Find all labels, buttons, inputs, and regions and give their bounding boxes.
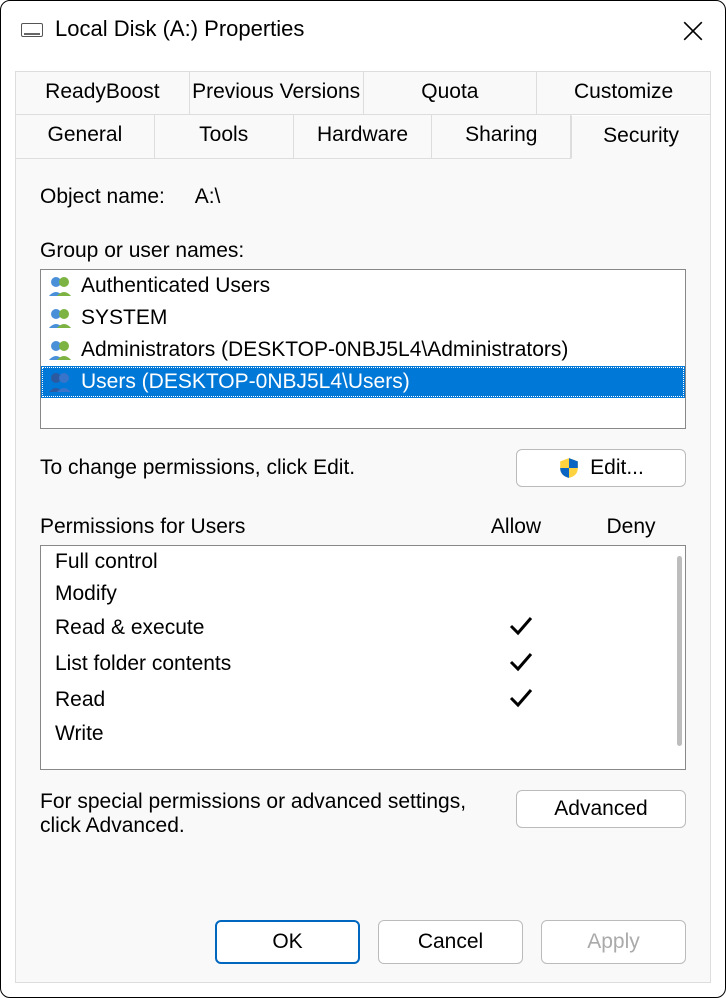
properties-window: Local Disk (A:) Properties ReadyBoost Pr… [0,0,726,998]
edit-hint: To change permissions, click Edit. [40,456,355,480]
tabs-row-1: ReadyBoost Previous Versions Quota Custo… [16,72,710,115]
advanced-button-label: Advanced [554,797,647,821]
allow-mark [461,614,581,642]
tab-tools[interactable]: Tools [155,115,294,159]
scrollbar[interactable] [677,556,682,746]
tab-sharing[interactable]: Sharing [432,115,571,159]
permission-name: Read [55,688,461,712]
edit-row: To change permissions, click Edit. Edit.… [40,449,686,487]
permission-name: Full control [55,550,461,574]
titlebar: Local Disk (A:) Properties [1,1,725,56]
cancel-button[interactable]: Cancel [378,920,523,964]
allow-header: Allow [456,515,576,539]
check-icon [507,654,535,677]
allow-mark [461,650,581,678]
users-icon [47,370,77,394]
drive-icon [21,23,43,37]
object-name-value: A:\ [195,185,221,208]
permission-row: Modify [41,578,685,610]
tab-panel-security: Object name: A:\ Group or user names: Au… [16,159,710,838]
permission-name: List folder contents [55,652,461,676]
advanced-hint: For special permissions or advanced sett… [40,790,516,838]
permission-row: Read [41,682,685,718]
permission-name: Read & execute [55,616,461,640]
tab-security[interactable]: Security [571,115,710,159]
object-name-label: Object name: [40,185,190,209]
edit-button-label: Edit... [590,456,644,480]
allow-mark [461,686,581,714]
permission-name: Modify [55,582,461,606]
advanced-row: For special permissions or advanced sett… [40,790,686,838]
ok-button-label: OK [272,930,302,954]
tab-previous-versions[interactable]: Previous Versions [190,72,364,115]
advanced-button[interactable]: Advanced [516,790,686,828]
object-name-row: Object name: A:\ [40,185,686,209]
users-icon [47,338,77,362]
list-item[interactable]: Users (DESKTOP-0NBJ5L4\Users) [41,366,685,398]
close-button[interactable] [673,11,713,51]
permission-row: Full control [41,546,685,578]
permission-name: Write [55,722,461,746]
tab-general[interactable]: General [16,115,155,159]
deny-header: Deny [576,515,686,539]
user-list[interactable]: Authenticated Users SYSTEM Administrator… [40,269,686,429]
list-item-label: Users (DESKTOP-0NBJ5L4\Users) [81,370,410,394]
shield-icon [558,457,580,479]
check-icon [507,618,535,641]
permission-row: List folder contents [41,646,685,682]
tabs-row-2: General Tools Hardware Sharing Security [16,115,710,159]
content-area: ReadyBoost Previous Versions Quota Custo… [15,71,711,983]
ok-button[interactable]: OK [215,920,360,964]
list-item[interactable]: Administrators (DESKTOP-0NBJ5L4\Administ… [41,334,685,366]
list-item-label: Administrators (DESKTOP-0NBJ5L4\Administ… [81,338,568,362]
close-icon [682,20,704,42]
window-title: Local Disk (A:) Properties [55,16,707,42]
list-item-label: SYSTEM [81,306,167,330]
check-icon [507,690,535,713]
list-item-label: Authenticated Users [81,274,270,298]
apply-button[interactable]: Apply [541,920,686,964]
tab-customize[interactable]: Customize [537,72,710,115]
cancel-button-label: Cancel [418,930,483,954]
apply-button-label: Apply [587,930,640,954]
users-icon [47,306,77,330]
list-item[interactable]: SYSTEM [41,302,685,334]
edit-button[interactable]: Edit... [516,449,686,487]
tab-quota[interactable]: Quota [364,72,538,115]
tab-readyboost[interactable]: ReadyBoost [16,72,190,115]
dialog-buttons: OK Cancel Apply [215,920,686,964]
group-users-label: Group or user names: [40,239,686,263]
list-item[interactable]: Authenticated Users [41,270,685,302]
tab-hardware[interactable]: Hardware [294,115,433,159]
permissions-header: Permissions for Users Allow Deny [40,515,686,539]
permission-row: Read & execute [41,610,685,646]
permission-row: Write [41,718,685,750]
permissions-list[interactable]: Full control Modify Read & execute List … [40,545,686,770]
permissions-for-label: Permissions for Users [40,515,456,539]
users-icon [47,274,77,298]
